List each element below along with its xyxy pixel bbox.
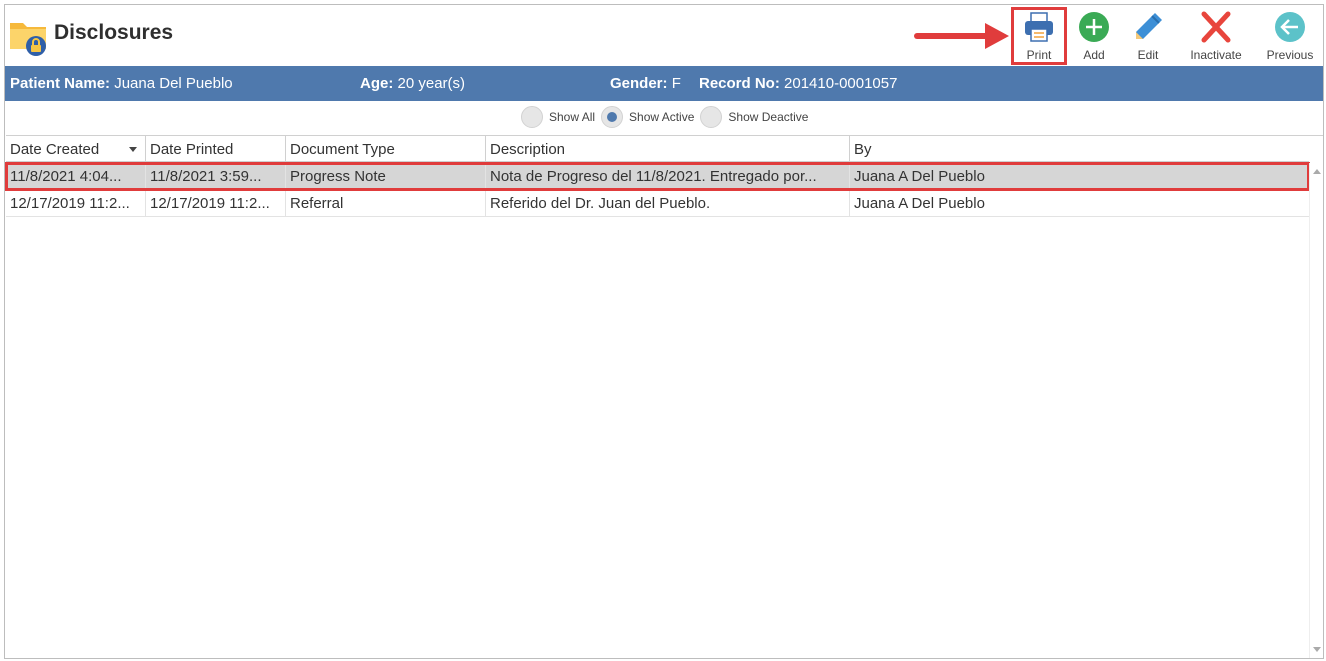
status-filter: Show All Show Active Show Deactive	[521, 106, 814, 128]
patient-age-label: Age:	[360, 75, 394, 92]
radio-show-active[interactable]	[601, 106, 624, 128]
patient-age: Age: 20 year(s)	[360, 75, 465, 92]
cell-description: Referido del Dr. Juan del Pueblo.	[486, 190, 850, 216]
cell-date-created: 12/17/2019 11:2...	[6, 190, 146, 216]
locked-folder-icon	[8, 15, 50, 57]
patient-name-label: Patient Name:	[10, 75, 111, 92]
column-header-by[interactable]: By	[850, 136, 1309, 162]
patient-name-value: Juana Del Pueblo	[114, 75, 233, 92]
print-button[interactable]: Print	[1011, 7, 1067, 65]
page-title: Disclosures	[54, 21, 174, 44]
toolbar: Print Add Edit Inactivate Previous	[1011, 7, 1323, 65]
filter-show-all[interactable]: Show All	[521, 106, 595, 128]
title-area: Disclosures	[8, 15, 173, 57]
column-header-label: Date Created	[10, 141, 100, 158]
cell-by: Juana A Del Pueblo	[854, 195, 985, 212]
grid-header: Date Created Date Printed Document Type …	[6, 136, 1309, 162]
cell-description: Nota de Progreso del 11/8/2021. Entregad…	[486, 163, 850, 189]
patient-name: Patient Name: Juana Del Pueblo	[10, 75, 233, 92]
callout-arrow-icon	[914, 23, 1009, 49]
cell-date-printed: 12/17/2019 11:2...	[146, 190, 286, 216]
filter-show-all-label: Show All	[549, 110, 596, 124]
add-label: Add	[1083, 48, 1105, 62]
patient-gender: Gender: F	[610, 75, 681, 92]
column-header-label: Description	[490, 141, 566, 158]
x-icon	[1199, 10, 1233, 44]
column-header-label: Document Type	[290, 141, 395, 158]
scroll-down-icon[interactable]	[1313, 647, 1321, 652]
cell-by: Juana A Del Pueblo	[854, 168, 985, 185]
previous-button[interactable]: Previous	[1257, 7, 1323, 65]
cell-date-created: 11/8/2021 4:04...	[6, 163, 146, 189]
printer-icon	[1022, 10, 1056, 44]
pencil-icon	[1131, 10, 1165, 44]
scroll-up-icon[interactable]	[1313, 169, 1321, 174]
filter-show-active-label: Show Active	[629, 110, 695, 124]
patient-info-bar: Patient Name: Juana Del Pueblo Age: 20 y…	[5, 66, 1323, 101]
add-button[interactable]: Add	[1067, 7, 1121, 65]
sort-desc-icon[interactable]	[129, 147, 137, 152]
filter-show-active[interactable]: Show Active	[601, 106, 694, 128]
filter-show-deactive-label: Show Deactive	[728, 110, 809, 124]
previous-label: Previous	[1266, 48, 1314, 62]
inactivate-button[interactable]: Inactivate	[1175, 7, 1257, 65]
table-row[interactable]: 11/8/2021 4:04... 11/8/2021 3:59... Prog…	[5, 162, 1310, 191]
grid-rows: 11/8/2021 4:04... 11/8/2021 3:59... Prog…	[5, 162, 1310, 217]
column-header-date-created[interactable]: Date Created	[6, 136, 146, 162]
table-row[interactable]: 12/17/2019 11:2... 12/17/2019 11:2... Re…	[6, 190, 1309, 217]
filter-show-deactive[interactable]: Show Deactive	[700, 106, 808, 128]
patient-gender-label: Gender:	[610, 75, 668, 92]
arrow-left-circle-icon	[1273, 10, 1307, 44]
cell-document-type: Progress Note	[286, 163, 486, 189]
patient-record-label: Record No:	[699, 75, 780, 92]
column-header-label: Date Printed	[150, 141, 234, 158]
vertical-scrollbar[interactable]	[1309, 163, 1323, 658]
patient-record-value: 201410-0001057	[784, 75, 898, 92]
disclosures-grid: Date Created Date Printed Document Type …	[5, 135, 1323, 658]
radio-show-deactive[interactable]	[700, 106, 723, 128]
edit-button[interactable]: Edit	[1121, 7, 1175, 65]
edit-label: Edit	[1137, 48, 1159, 62]
column-header-document-type[interactable]: Document Type	[286, 136, 486, 162]
inactivate-label: Inactivate	[1190, 48, 1242, 62]
column-header-date-printed[interactable]: Date Printed	[146, 136, 286, 162]
column-header-description[interactable]: Description	[486, 136, 850, 162]
cell-document-type: Referral	[286, 190, 486, 216]
print-label: Print	[1026, 48, 1052, 62]
plus-circle-icon	[1077, 10, 1111, 44]
patient-record: Record No: 201410-0001057	[699, 75, 897, 92]
patient-age-value: 20 year(s)	[397, 75, 466, 92]
cell-date-printed: 11/8/2021 3:59...	[146, 163, 286, 189]
header: Disclosures Print Add Edit Inactivate Pr…	[5, 5, 1323, 66]
radio-show-all[interactable]	[521, 106, 543, 128]
column-header-label: By	[854, 141, 872, 158]
disclosures-window: Disclosures Print Add Edit Inactivate Pr…	[4, 4, 1324, 659]
patient-gender-value: F	[671, 75, 681, 92]
